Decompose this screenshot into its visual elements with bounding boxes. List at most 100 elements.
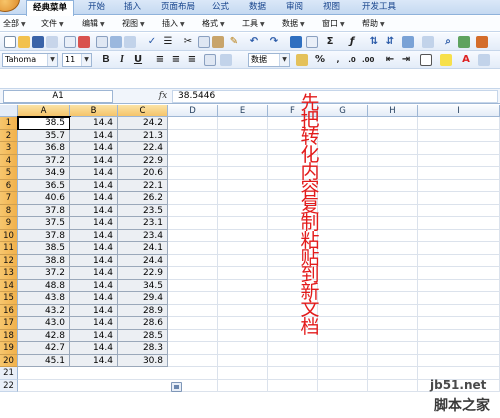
cell-c4[interactable]: 22.9 — [118, 154, 168, 167]
row-header-13[interactable]: 13 — [0, 267, 18, 280]
toolbar-options-icon[interactable] — [478, 54, 490, 66]
row-header-14[interactable]: 14 — [0, 279, 18, 292]
wrap-text-icon[interactable] — [220, 54, 232, 66]
number-format-combo[interactable]: 数据 ▼ — [248, 53, 290, 67]
row-header-3[interactable]: 3 — [0, 142, 18, 155]
cell-c6[interactable]: 22.1 — [118, 179, 168, 192]
row-header-1[interactable]: 1 — [0, 117, 18, 130]
cell-c3[interactable]: 22.4 — [118, 142, 168, 155]
fill-color-icon[interactable] — [440, 54, 452, 66]
cell-b7[interactable]: 14.4 — [70, 192, 118, 205]
align-left-icon[interactable]: ≡ — [154, 54, 166, 66]
tab-data[interactable]: 数据 — [243, 0, 272, 15]
copy-icon[interactable] — [198, 36, 210, 48]
formula-input[interactable]: 38.5446 — [172, 90, 498, 103]
cell-a5[interactable]: 34.9 — [18, 167, 70, 180]
row-header-8[interactable]: 8 — [0, 204, 18, 217]
row-header-6[interactable]: 6 — [0, 179, 18, 192]
menu-data[interactable]: 数据 ▼ — [282, 16, 305, 32]
merge-center-icon[interactable] — [204, 54, 216, 66]
drawing-icon[interactable] — [422, 36, 434, 48]
cell-b20[interactable]: 14.4 — [70, 354, 118, 367]
cell-a19[interactable]: 42.7 — [18, 342, 70, 355]
cell-c16[interactable]: 28.9 — [118, 304, 168, 317]
cell-a15[interactable]: 43.8 — [18, 292, 70, 305]
tab-insert[interactable]: 插入 — [118, 0, 147, 15]
cell-b4[interactable]: 14.4 — [70, 154, 118, 167]
cell-c15[interactable]: 29.4 — [118, 292, 168, 305]
cell-b18[interactable]: 14.4 — [70, 329, 118, 342]
excel-icon[interactable] — [458, 36, 470, 48]
tab-page-layout[interactable]: 页面布局 — [155, 0, 201, 15]
hyperlink-icon[interactable] — [290, 36, 302, 48]
worksheet-grid[interactable]: A B C D E F G H I 1 38.5 14.4 24.2 2 35.7 14.4 21.3 3 36.8… — [0, 105, 500, 418]
cell-c17[interactable]: 28.6 — [118, 317, 168, 330]
open-folder-icon[interactable] — [18, 36, 30, 48]
insert-function-button[interactable]: fx — [156, 90, 170, 103]
paste-options-icon[interactable] — [171, 382, 182, 392]
font-color-icon[interactable]: A — [460, 54, 472, 66]
cell-a10[interactable]: 37.8 — [18, 229, 70, 242]
name-box[interactable]: A1 — [3, 90, 113, 103]
row-header-4[interactable]: 4 — [0, 154, 18, 167]
save-icon[interactable] — [32, 36, 44, 48]
italic-button[interactable]: I — [116, 54, 128, 66]
chart-icon[interactable] — [402, 36, 414, 48]
pdf-icon[interactable] — [78, 36, 90, 48]
help-icon[interactable] — [476, 36, 488, 48]
column-header-c[interactable]: C — [118, 105, 168, 117]
menu-all[interactable]: 全部 ▼ — [3, 16, 26, 32]
cell-c2[interactable]: 21.3 — [118, 129, 168, 142]
email-icon[interactable] — [64, 36, 76, 48]
print-preview-icon[interactable] — [110, 36, 122, 48]
research-book-icon[interactable]: ☰ — [162, 36, 174, 48]
print-icon[interactable] — [96, 36, 108, 48]
cell-a11[interactable]: 38.5 — [18, 242, 70, 255]
row-header-16[interactable]: 16 — [0, 304, 18, 317]
cell-c5[interactable]: 20.6 — [118, 167, 168, 180]
cell-c11[interactable]: 24.1 — [118, 242, 168, 255]
percent-button[interactable]: % — [314, 54, 326, 66]
cell-a4[interactable]: 37.2 — [18, 154, 70, 167]
column-header-a[interactable]: A — [18, 105, 70, 117]
tab-classic-menu[interactable]: 经典菜单 — [26, 0, 75, 16]
cell-a6[interactable]: 36.5 — [18, 179, 70, 192]
cell-a17[interactable]: 43.0 — [18, 317, 70, 330]
row-header-18[interactable]: 18 — [0, 329, 18, 342]
format-painter-icon[interactable]: ✎ — [228, 36, 240, 48]
row-header-15[interactable]: 15 — [0, 292, 18, 305]
menu-edit[interactable]: 编辑 ▼ — [82, 16, 105, 32]
column-header-b[interactable]: B — [70, 105, 118, 117]
cell-b16[interactable]: 14.4 — [70, 304, 118, 317]
cell-b9[interactable]: 14.4 — [70, 217, 118, 230]
sort-descending-icon[interactable]: ⇵ — [384, 36, 396, 48]
cell-a8[interactable]: 37.8 — [18, 204, 70, 217]
cell-c8[interactable]: 23.5 — [118, 204, 168, 217]
spelling-icon[interactable]: ✓ — [146, 36, 158, 48]
row-header-19[interactable]: 19 — [0, 342, 18, 355]
cell-b10[interactable]: 14.4 — [70, 229, 118, 242]
select-all-corner[interactable] — [0, 105, 18, 117]
column-header-i[interactable]: I — [418, 105, 500, 117]
cell-b13[interactable]: 14.4 — [70, 267, 118, 280]
cell-b1[interactable]: 14.4 — [70, 117, 118, 130]
menu-file[interactable]: 文件 ▼ — [41, 16, 64, 32]
align-right-icon[interactable]: ≡ — [186, 54, 198, 66]
cell-a3[interactable]: 36.8 — [18, 142, 70, 155]
menu-insert[interactable]: 插入 ▼ — [162, 16, 185, 32]
tab-view[interactable]: 视图 — [317, 0, 346, 15]
cell-b19[interactable]: 14.4 — [70, 342, 118, 355]
currency-icon[interactable] — [296, 54, 308, 66]
menu-format[interactable]: 格式 ▼ — [202, 16, 225, 32]
borders-icon[interactable] — [420, 54, 432, 66]
menu-help[interactable]: 帮助 ▼ — [362, 16, 385, 32]
row-header-22[interactable]: 22 — [0, 379, 18, 392]
row-header-9[interactable]: 9 — [0, 217, 18, 230]
cell-a16[interactable]: 43.2 — [18, 304, 70, 317]
cell-b3[interactable]: 14.4 — [70, 142, 118, 155]
comma-style-icon[interactable]: , — [332, 54, 344, 66]
research-icon[interactable] — [124, 36, 136, 48]
cell-a13[interactable]: 37.2 — [18, 267, 70, 280]
cell-a7[interactable]: 40.6 — [18, 192, 70, 205]
column-header-g[interactable]: G — [318, 105, 368, 117]
